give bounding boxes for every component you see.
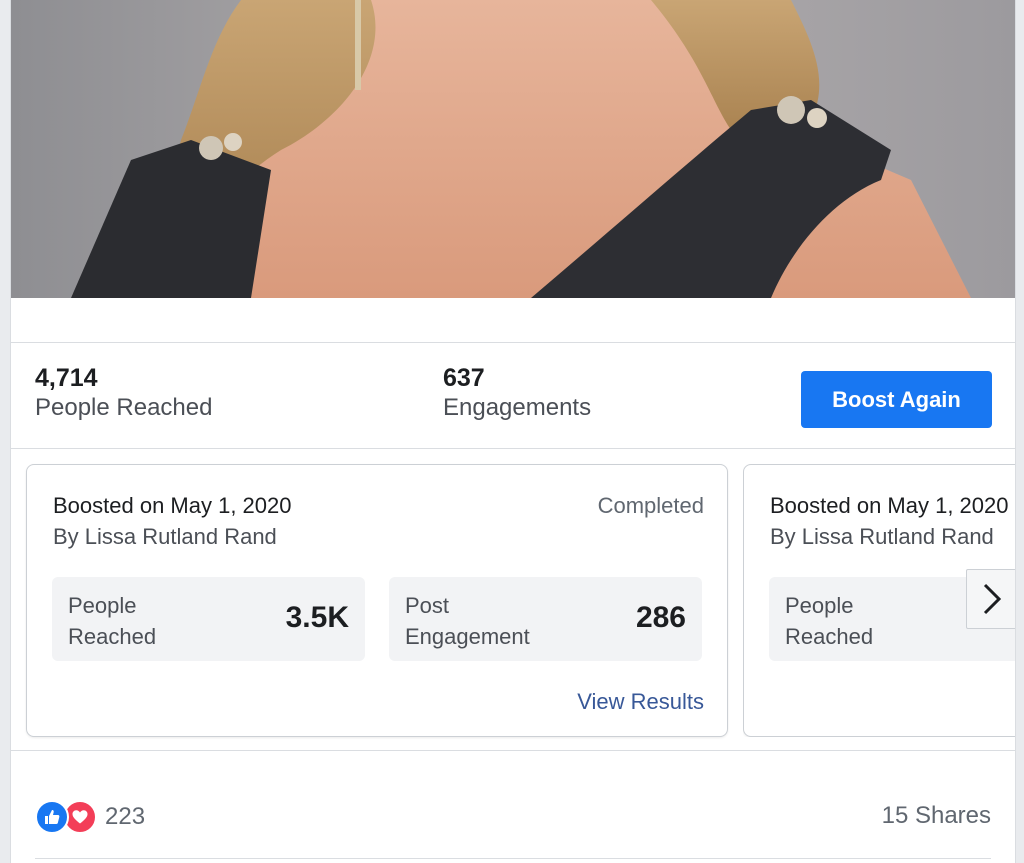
boost-card: Boosted on May 1, 2020 By Lissa Rutland … (26, 464, 728, 737)
reaction-count: 223 (105, 803, 146, 830)
view-results-link[interactable]: View Results (577, 689, 704, 715)
people-reached-label: People Reached (35, 394, 213, 421)
metric-label: Post Engagement (405, 593, 530, 649)
people-reached-stat: 4,714 People Reached (35, 363, 212, 423)
reactions-summary[interactable]: 223 (35, 798, 145, 836)
metric-post-engagement: Post Engagement 286 (389, 577, 702, 661)
like-icon (35, 800, 69, 834)
engagements-value: 637 (443, 364, 485, 392)
chevron-right-icon (983, 583, 1002, 615)
divider (11, 750, 1015, 751)
metric-label: People Reached (785, 593, 874, 649)
engagements-label: Engagements (443, 394, 592, 421)
shares-count[interactable]: 15 Shares (882, 802, 991, 830)
boost-title: Boosted on May 1, 2020 (770, 493, 1009, 518)
boost-again-button[interactable]: Boost Again (801, 371, 992, 428)
metric-people-reached: People Reached 3.5K (52, 577, 365, 661)
post-photo[interactable] (11, 0, 1015, 298)
metric-value: 3.5K (285, 601, 349, 634)
boost-byline: By Lissa Rutland Rand (53, 524, 277, 549)
divider (35, 858, 991, 859)
boost-byline: By Lissa Rutland Rand (770, 524, 994, 549)
boost-status: Completed (597, 493, 704, 518)
metric-label: People Reached (68, 593, 157, 649)
people-reached-value: 4,714 (35, 364, 98, 392)
engagements-stat: 637 Engagements (443, 363, 591, 423)
divider (11, 448, 1015, 449)
carousel-next-button[interactable] (966, 569, 1015, 629)
metric-value: 286 (635, 601, 686, 634)
post-card: 4,714 People Reached 637 Engagements Boo… (10, 0, 1016, 863)
divider (11, 342, 1015, 343)
boost-title: Boosted on May 1, 2020 (53, 493, 292, 518)
post-photo-image (11, 0, 1015, 298)
